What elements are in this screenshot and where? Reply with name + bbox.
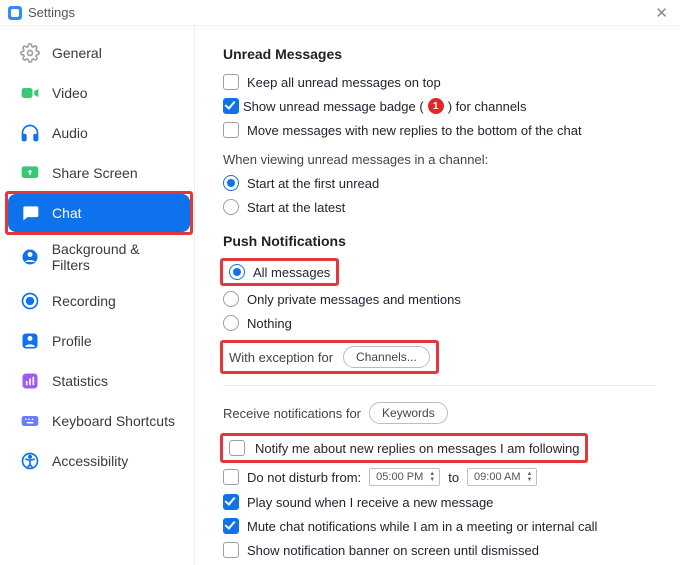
sidebar-item-label: Accessibility: [52, 453, 128, 469]
start-first-row: Start at the first unread: [223, 171, 656, 195]
push-private-row: Only private messages and mentions: [223, 287, 656, 311]
show-banner-label: Show notification banner on screen until…: [247, 543, 539, 558]
unread-section-title: Unread Messages: [223, 46, 656, 62]
start-first-radio[interactable]: [223, 175, 239, 191]
keyboard-icon: [18, 409, 42, 433]
push-nothing-row: Nothing: [223, 311, 656, 335]
move-replies-label: Move messages with new replies to the bo…: [247, 123, 582, 138]
statistics-icon: [18, 369, 42, 393]
dnd-label: Do not disturb from:: [247, 470, 361, 485]
sidebar-item-label: Statistics: [52, 373, 108, 389]
sidebar-item-label: Share Screen: [52, 165, 138, 181]
push-private-label: Only private messages and mentions: [247, 292, 461, 307]
gear-icon: [18, 41, 42, 65]
show-badge-suffix: ) for channels: [448, 99, 527, 114]
sidebar-item-label: Audio: [52, 125, 88, 141]
zoom-app-icon: [8, 6, 22, 20]
exception-row: With exception for Channels...: [223, 339, 656, 375]
channels-button[interactable]: Channels...: [343, 346, 430, 368]
dnd-mid: to: [448, 470, 459, 485]
dnd-to-value: 09:00 AM: [474, 471, 520, 483]
accessibility-icon: [18, 449, 42, 473]
dnd-from-time[interactable]: 05:00 PM ▲▼: [369, 468, 440, 486]
show-badge-row: Show unread message badge ( 1 ) for chan…: [223, 94, 656, 118]
push-private-radio[interactable]: [223, 291, 239, 307]
dnd-checkbox[interactable]: [223, 469, 239, 485]
start-latest-radio[interactable]: [223, 199, 239, 215]
unread-count-badge: 1: [428, 98, 444, 114]
sidebar-item-share-screen[interactable]: Share Screen: [8, 154, 190, 192]
record-icon: [18, 289, 42, 313]
close-icon[interactable]: ✕: [651, 4, 672, 22]
notify-following-row: Notify me about new replies on messages …: [223, 432, 656, 464]
profile-icon: [18, 329, 42, 353]
sidebar-item-label: General: [52, 45, 102, 61]
mute-meeting-checkbox[interactable]: [223, 518, 239, 534]
background-icon: [18, 245, 42, 269]
show-badge-checkbox[interactable]: [223, 98, 239, 114]
keep-unread-row: Keep all unread messages on top: [223, 70, 656, 94]
mute-meeting-row: Mute chat notifications while I am in a …: [223, 514, 656, 538]
keywords-button[interactable]: Keywords: [369, 402, 448, 424]
sidebar-item-chat[interactable]: Chat: [8, 194, 190, 232]
notify-following-label: Notify me about new replies on messages …: [255, 441, 579, 456]
receive-row: Receive notifications for Keywords: [223, 398, 656, 428]
sidebar-item-statistics[interactable]: Statistics: [8, 362, 190, 400]
play-sound-checkbox[interactable]: [223, 494, 239, 510]
sidebar-item-label: Video: [52, 85, 88, 101]
notify-following-checkbox[interactable]: [229, 440, 245, 456]
start-first-label: Start at the first unread: [247, 176, 379, 191]
sidebar-item-label: Recording: [52, 293, 116, 309]
dnd-to-time[interactable]: 09:00 AM ▲▼: [467, 468, 537, 486]
sidebar-item-profile[interactable]: Profile: [8, 322, 190, 360]
show-banner-row: Show notification banner on screen until…: [223, 538, 656, 562]
keep-unread-label: Keep all unread messages on top: [247, 75, 441, 90]
titlebar: Settings ✕: [0, 0, 680, 26]
push-all-row: All messages: [223, 257, 656, 287]
dnd-row: Do not disturb from: 05:00 PM ▲▼ to 09:0…: [223, 464, 656, 490]
viewing-subhead: When viewing unread messages in a channe…: [223, 152, 656, 167]
dnd-from-value: 05:00 PM: [376, 471, 423, 483]
spinner-icon: ▲▼: [527, 471, 533, 483]
share-screen-icon: [18, 161, 42, 185]
sidebar-item-label: Keyboard Shortcuts: [52, 413, 175, 429]
move-replies-checkbox[interactable]: [223, 122, 239, 138]
sidebar-item-recording[interactable]: Recording: [8, 282, 190, 320]
divider: [223, 385, 656, 386]
push-nothing-radio[interactable]: [223, 315, 239, 331]
start-latest-row: Start at the latest: [223, 195, 656, 219]
show-banner-checkbox[interactable]: [223, 542, 239, 558]
play-sound-row: Play sound when I receive a new message: [223, 490, 656, 514]
push-all-radio[interactable]: [229, 264, 245, 280]
sidebar-item-label: Profile: [52, 333, 92, 349]
push-nothing-label: Nothing: [247, 316, 292, 331]
sidebar-item-video[interactable]: Video: [8, 74, 190, 112]
move-replies-row: Move messages with new replies to the bo…: [223, 118, 656, 142]
play-sound-label: Play sound when I receive a new message: [247, 495, 493, 510]
video-icon: [18, 81, 42, 105]
chat-icon: [18, 201, 42, 225]
receive-label: Receive notifications for: [223, 406, 361, 421]
sidebar-item-general[interactable]: General: [8, 34, 190, 72]
sidebar-item-accessibility[interactable]: Accessibility: [8, 442, 190, 480]
sidebar-item-keyboard-shortcuts[interactable]: Keyboard Shortcuts: [8, 402, 190, 440]
sidebar-item-audio[interactable]: Audio: [8, 114, 190, 152]
headphones-icon: [18, 121, 42, 145]
keep-unread-checkbox[interactable]: [223, 74, 239, 90]
push-section-title: Push Notifications: [223, 233, 656, 249]
push-all-label: All messages: [253, 265, 330, 280]
spinner-icon: ▲▼: [429, 471, 435, 483]
settings-chat-panel: Unread Messages Keep all unread messages…: [195, 26, 680, 565]
exception-label: With exception for: [229, 350, 333, 365]
sidebar: General Video Audio Share Screen: [0, 26, 195, 565]
sidebar-item-label: Chat: [52, 205, 82, 221]
start-latest-label: Start at the latest: [247, 200, 345, 215]
mute-meeting-label: Mute chat notifications while I am in a …: [247, 519, 597, 534]
show-badge-prefix: Show unread message badge (: [243, 99, 424, 114]
window-title: Settings: [28, 5, 75, 20]
sidebar-item-background-filters[interactable]: Background & Filters: [8, 234, 190, 280]
sidebar-item-label: Background & Filters: [52, 241, 180, 273]
